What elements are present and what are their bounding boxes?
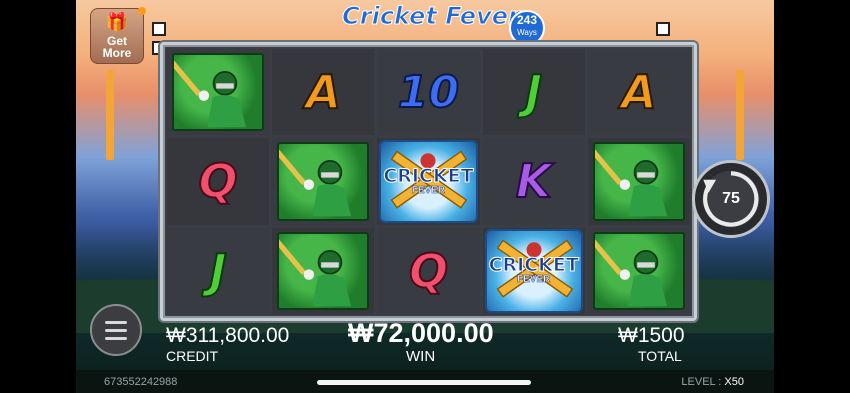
game-screen: 🎁 Get More Cricket Fever 243 Ways A 10 J A Q…	[76, 0, 774, 393]
reel-cell	[587, 227, 690, 314]
floodlight-icon	[656, 22, 682, 55]
notification-dot	[138, 7, 146, 15]
cricketer-icon	[174, 60, 247, 128]
reel-cell: CRICKET FEVER	[482, 227, 585, 314]
game-logo: Cricket Fever 243 Ways	[331, 2, 545, 46]
symbol-k: K	[515, 153, 553, 209]
reel-cell	[272, 227, 375, 314]
scatter-line-2: FEVER	[411, 184, 446, 196]
symbol-q: Q	[408, 243, 449, 299]
reel-frame: A 10 J A Q CRICKET FEVER K J Q CRICKET FEVER	[160, 42, 697, 321]
credit-label: CREDIT	[166, 348, 219, 364]
total-bet-value[interactable]: ₩1500	[618, 324, 685, 348]
cricketer-symbol	[277, 142, 370, 221]
reel-cell: Q	[377, 227, 480, 314]
credit-value: ₩311,800.00	[166, 324, 290, 347]
scatter-line-1: CRICKET	[488, 254, 579, 277]
reel-cell	[272, 138, 375, 225]
cricketer-icon	[279, 149, 352, 217]
reel-cell: J	[167, 227, 270, 314]
symbol-q: Q	[198, 153, 239, 209]
reel-cell: Q	[167, 138, 270, 225]
win-value: ₩72,000.00	[348, 318, 494, 348]
level-label: LEVEL :	[681, 376, 722, 388]
cricketer-symbol	[277, 231, 370, 310]
symbol-j: J	[524, 64, 543, 120]
gift-icon: 🎁	[105, 12, 129, 32]
scatter-line-1: CRICKET	[383, 164, 474, 187]
cricketer-icon	[594, 238, 668, 306]
symbol-10: 10	[397, 66, 460, 119]
level-indicator: LEVEL : X50	[681, 376, 744, 388]
win-label: WIN	[406, 348, 436, 365]
cricketer-symbol	[592, 142, 685, 221]
reel-cell	[167, 49, 270, 136]
autospin-button[interactable]: 75	[692, 160, 770, 238]
cricket-fever-scatter-symbol: CRICKET FEVER	[484, 229, 583, 313]
cricketer-icon	[279, 238, 352, 306]
reel-cell: A	[272, 49, 375, 136]
cricketer-icon	[594, 149, 668, 217]
reel-grid: A 10 J A Q CRICKET FEVER K J Q CRICKET FEVER	[167, 49, 690, 314]
get-more-label-2: More	[102, 46, 132, 60]
reel-cell: 10	[377, 49, 480, 136]
get-more-button[interactable]: 🎁 Get More	[90, 7, 146, 64]
symbol-j: J	[209, 243, 228, 299]
ways-number: 243	[516, 13, 538, 27]
cricket-fever-scatter-symbol: CRICKET FEVER	[379, 139, 478, 224]
floodlight-tower-right	[736, 70, 744, 160]
cricketer-symbol	[592, 231, 685, 310]
floodlight-icon	[152, 22, 178, 55]
home-indicator[interactable]	[317, 380, 531, 385]
autospin-arrow-icon	[703, 171, 759, 227]
cricketer-symbol	[172, 53, 265, 132]
reel-cell: K	[482, 138, 585, 225]
game-title: Cricket Fever	[342, 2, 521, 31]
ways-badge: 243 Ways	[509, 10, 545, 46]
reel-cell: A	[587, 49, 690, 136]
total-bet-label: TOTAL	[638, 348, 682, 364]
reel-cell: J	[482, 49, 585, 136]
level-value: X50	[724, 376, 744, 388]
reel-cell: CRICKET FEVER	[377, 138, 480, 225]
symbol-a: A	[620, 64, 658, 120]
ways-label: Ways	[517, 28, 537, 37]
session-id: 673552242988	[104, 376, 178, 388]
reel-cell	[587, 138, 690, 225]
stats-bar: ₩311,800.00 CREDIT ₩72,000.00 WIN ₩1500 …	[76, 318, 774, 366]
floodlight-tower-left	[106, 70, 114, 160]
scatter-line-2: FEVER	[517, 274, 551, 286]
symbol-a: A	[304, 64, 342, 120]
